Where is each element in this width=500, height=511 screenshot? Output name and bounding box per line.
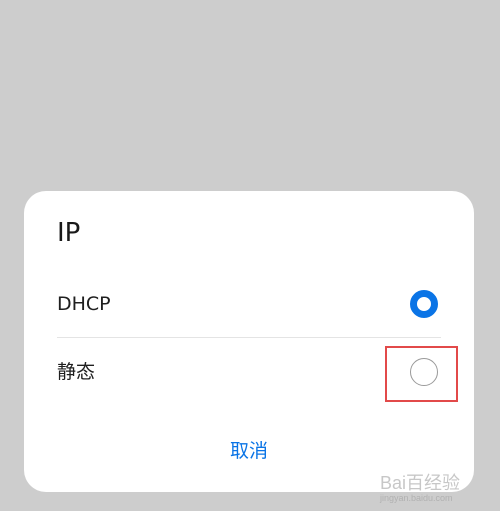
option-static-label: 静态	[57, 361, 96, 383]
watermark-logo: Bai百经验	[380, 473, 461, 493]
dialog-title: IP	[57, 218, 81, 248]
watermark-url: jingyan.baidu.com	[380, 493, 453, 503]
watermark: Bai百经验 jingyan.baidu.com	[374, 467, 492, 507]
option-dhcp[interactable]: DHCP	[24, 271, 474, 337]
radio-dhcp[interactable]	[410, 290, 438, 318]
annotation-highlight-box	[385, 346, 458, 402]
option-divider	[57, 337, 441, 338]
option-dhcp-label: DHCP	[57, 293, 111, 315]
ip-mode-dialog: IP DHCP 静态 取消	[24, 191, 474, 492]
cancel-button[interactable]: 取消	[24, 431, 474, 471]
